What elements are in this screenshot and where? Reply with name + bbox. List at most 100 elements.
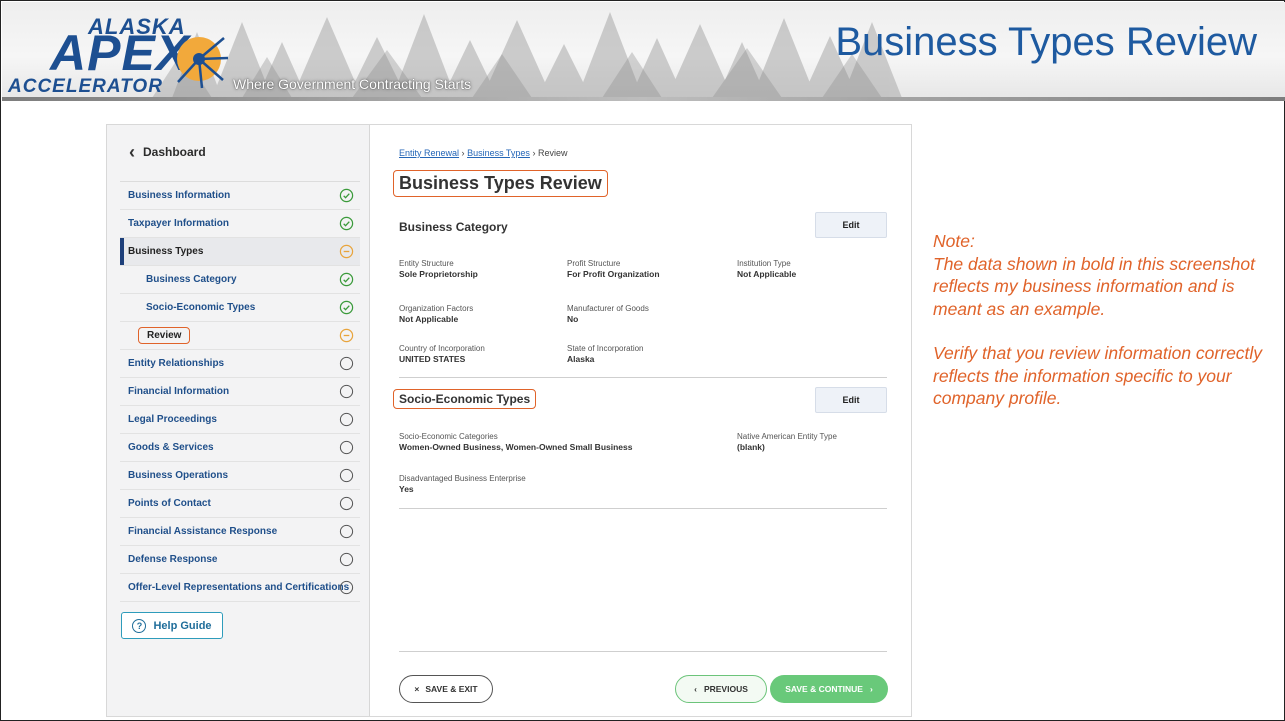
- sidebar-item-label: Business Types: [128, 246, 204, 257]
- sidebar-item-socio-economic-types[interactable]: Socio-Economic Types: [120, 294, 360, 322]
- header-banner: ALASKA APEX ACCELERATOR Where Government…: [2, 2, 1285, 101]
- institution-type-field: Institution Type Not Applicable: [737, 259, 796, 279]
- sidebar-item-label: Taxpayer Information: [128, 218, 229, 229]
- profit-structure-field: Profit Structure For Profit Organization: [567, 259, 660, 279]
- empty-circle-icon: [339, 496, 354, 511]
- country-field: Country of Incorporation UNITED STATES: [399, 344, 485, 364]
- field-label: Entity Structure: [399, 259, 454, 268]
- empty-circle-icon: [339, 356, 354, 371]
- sidebar-item-label: Business Category: [146, 274, 237, 285]
- empty-circle-icon: [339, 524, 354, 539]
- breadcrumb: Entity Renewal › Business Types › Review: [399, 148, 567, 158]
- sidebar-item-label: Defense Response: [128, 554, 218, 565]
- check-circle-icon: [339, 272, 354, 287]
- sidebar-item-label: Financial Information: [128, 386, 230, 397]
- sidebar-item-offer-level-representations-and-certifications[interactable]: Offer-Level Representations and Certific…: [120, 574, 360, 602]
- help-guide-label: Help Guide: [153, 619, 212, 632]
- tagline: Where Government Contracting Starts: [233, 76, 472, 92]
- sidebar-item-financial-information[interactable]: Financial Information: [120, 378, 360, 406]
- native-american-field: Native American Entity Type (blank): [737, 432, 837, 452]
- sidebar-item-entity-relationships[interactable]: Entity Relationships: [120, 350, 360, 378]
- save-continue-button[interactable]: SAVE & CONTINUE ›: [770, 675, 888, 703]
- breadcrumb-entity-renewal[interactable]: Entity Renewal: [399, 148, 459, 158]
- close-icon: ×: [414, 684, 420, 694]
- field-label: Country of Incorporation: [399, 344, 485, 353]
- previous-label: PREVIOUS: [703, 684, 748, 694]
- dashboard-link[interactable]: ‹ Dashboard: [129, 143, 206, 161]
- field-value: Not Applicable: [399, 314, 459, 324]
- sun-burst-icon: [177, 37, 229, 89]
- edit-socio-economic-button[interactable]: Edit: [815, 387, 887, 413]
- minus-circle-icon: [339, 244, 354, 259]
- field-value: (blank): [737, 442, 765, 452]
- section-divider: [399, 508, 887, 509]
- note-paragraph-2: Verify that you review information corre…: [933, 343, 1263, 408]
- field-value: UNITED STATES: [399, 354, 466, 364]
- business-category-heading: Business Category: [399, 220, 508, 234]
- minus-circle-icon: [339, 328, 354, 343]
- check-circle-icon: [339, 300, 354, 315]
- socio-economic-heading: Socio-Economic Types: [393, 389, 537, 409]
- logo-accelerator-text: ACCELERATOR: [8, 76, 163, 97]
- sidebar-item-label: Points of Contact: [128, 498, 211, 509]
- note-callout: Note: The data shown in bold in this scr…: [933, 230, 1273, 432]
- slide: ALASKA APEX ACCELERATOR Where Government…: [0, 0, 1285, 721]
- app-screenshot: ‹ Dashboard Business Information Taxpayer…: [106, 124, 912, 717]
- empty-circle-icon: [339, 384, 354, 399]
- breadcrumb-current: Review: [537, 148, 568, 158]
- sidebar-item-label: Review: [138, 327, 191, 344]
- field-label: Organization Factors: [399, 304, 474, 313]
- empty-circle-icon: [339, 552, 354, 567]
- sidebar-item-label: Business Information: [128, 190, 231, 201]
- sidebar-item-review[interactable]: Review: [120, 322, 360, 350]
- save-continue-label: SAVE & CONTINUE: [785, 684, 863, 694]
- empty-circle-icon: [339, 412, 354, 427]
- breadcrumb-business-types[interactable]: Business Types: [467, 148, 530, 158]
- sidebar-item-taxpayer-information[interactable]: Taxpayer Information: [120, 210, 360, 238]
- field-value: Women-Owned Business, Women-Owned Small …: [399, 442, 633, 452]
- note-heading: Note:: [933, 231, 975, 251]
- sidebar-item-business-category[interactable]: Business Category: [120, 266, 360, 294]
- field-label: Manufacturer of Goods: [567, 304, 649, 313]
- sidebar-item-points-of-contact[interactable]: Points of Contact: [120, 490, 360, 518]
- question-circle-icon: ?: [132, 618, 147, 633]
- socio-economic-categories-field: Socio-Economic Categories Women-Owned Bu…: [399, 432, 632, 452]
- field-label: Socio-Economic Categories: [399, 432, 498, 441]
- save-exit-button[interactable]: × SAVE & EXIT: [399, 675, 493, 703]
- chevron-right-icon: ›: [869, 684, 873, 694]
- field-value: Yes: [399, 484, 414, 494]
- sidebar-item-label: Financial Assistance Response: [128, 526, 278, 537]
- field-value: For Profit Organization: [567, 269, 660, 279]
- sidebar-item-legal-proceedings[interactable]: Legal Proceedings: [120, 406, 360, 434]
- empty-circle-icon: [339, 440, 354, 455]
- sidebar-item-label: Goods & Services: [128, 442, 214, 453]
- note-paragraph-1: The data shown in bold in this screensho…: [933, 253, 1255, 319]
- sidebar-item-defense-response[interactable]: Defense Response: [120, 546, 360, 574]
- sidebar-item-business-information[interactable]: Business Information: [120, 182, 360, 210]
- sidebar-item-label: Entity Relationships: [128, 358, 225, 369]
- field-value: No: [567, 314, 579, 324]
- help-guide-button[interactable]: ? Help Guide: [121, 612, 223, 639]
- empty-circle-icon: [339, 468, 354, 483]
- sidebar-item-business-types[interactable]: Business Types: [120, 238, 360, 266]
- section-divider: [399, 377, 887, 378]
- edit-business-category-button[interactable]: Edit: [815, 212, 887, 238]
- sidebar: ‹ Dashboard Business Information Taxpayer…: [107, 125, 370, 716]
- sidebar-item-business-operations[interactable]: Business Operations: [120, 462, 360, 490]
- sidebar-nav: Business Information Taxpayer Information…: [120, 181, 360, 602]
- disadvantaged-business-field: Disadvantaged Business Enterprise Yes: [399, 474, 526, 494]
- field-value: Not Applicable: [737, 269, 797, 279]
- manufacturer-field: Manufacturer of Goods No: [567, 304, 649, 324]
- sidebar-item-financial-assistance-response[interactable]: Financial Assistance Response: [120, 518, 360, 546]
- field-value: Sole Proprietorship: [399, 269, 478, 279]
- entity-structure-field: Entity Structure Sole Proprietorship: [399, 259, 478, 279]
- sidebar-item-label: Business Operations: [128, 470, 229, 481]
- field-label: Native American Entity Type: [737, 432, 837, 441]
- check-circle-icon: [339, 188, 354, 203]
- sidebar-item-goods-and-services[interactable]: Goods & Services: [120, 434, 360, 462]
- field-label: Institution Type: [737, 259, 791, 268]
- chevron-left-icon: ‹: [694, 684, 697, 694]
- previous-button[interactable]: ‹ PREVIOUS: [675, 675, 767, 703]
- apex-logo: ALASKA APEX ACCELERATOR: [8, 12, 248, 97]
- state-field: State of Incorporation Alaska: [567, 344, 644, 364]
